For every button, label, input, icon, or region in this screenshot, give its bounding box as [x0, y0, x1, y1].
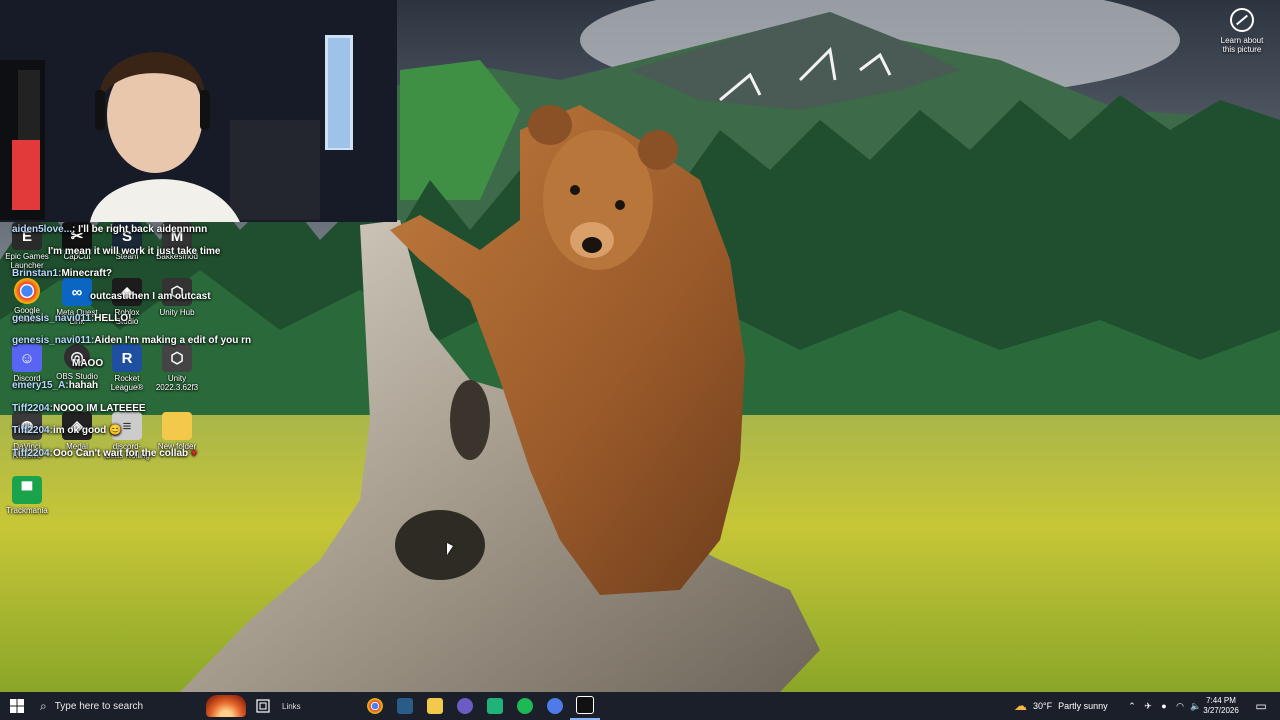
microphone-icon[interactable]: ●: [1156, 701, 1172, 711]
chat-text: outcast then I am outcast: [90, 291, 211, 302]
taskbar-app-file-explorer[interactable]: [420, 692, 450, 720]
trackmania-icon: ▀: [12, 476, 42, 504]
webcam-feed-image: [0, 0, 397, 222]
steam-taskbar-icon: [397, 698, 413, 714]
desktop-icon-label: Unity Hub: [159, 308, 195, 317]
desktop-icon-label: Trackmania: [6, 506, 48, 515]
taskbar-app-game[interactable]: [480, 692, 510, 720]
task-view-button[interactable]: [248, 692, 278, 720]
chat-text: hahah: [68, 380, 99, 391]
unity-icon: ⬡: [162, 344, 192, 372]
taskbar-app-capcut[interactable]: [570, 692, 600, 720]
chat-text: MAOO: [72, 358, 104, 369]
desktop-icon-unity[interactable]: ⬡ Unity 2022.3.62f3: [154, 344, 200, 392]
chat-text: HELLO!: [94, 313, 132, 324]
taskbar-app-chrome-alt[interactable]: [540, 692, 570, 720]
desktop-icon-new-folder[interactable]: New folder: [154, 412, 200, 451]
network-icon[interactable]: ✈: [1140, 701, 1156, 712]
system-tray: ⌃ ✈ ● ◠ 🔈: [1124, 692, 1204, 720]
learn-about-label: Learn about this picture: [1220, 36, 1264, 54]
desktop-icon-trackmania[interactable]: ▀ Trackmania: [4, 476, 50, 515]
wifi-icon[interactable]: ◠: [1172, 701, 1188, 712]
chat-text: : I'll be right back aidennnnn: [72, 224, 208, 235]
chat-username: emery15_A:: [12, 380, 69, 391]
windows-icon: [10, 699, 24, 713]
weather-temp: 30°F: [1033, 701, 1053, 711]
desktop-icon-rocket-league[interactable]: R Rocket League®: [104, 344, 150, 392]
task-view-icon: [256, 699, 270, 713]
spotify-taskbar-icon: [517, 698, 533, 714]
chat-message: Tiff2204:Ooo Can't wait for the collab ♥: [12, 448, 197, 460]
chrome-taskbar-icon: [367, 698, 383, 714]
learn-about-icon: [1230, 8, 1254, 32]
chat-message: emery15_A:hahah: [12, 380, 98, 392]
chat-message: outcast then I am outcast: [90, 291, 211, 303]
chat-text: Minecraft?: [61, 268, 113, 279]
start-button[interactable]: [0, 692, 34, 720]
chat-username: genesis_navi011:: [12, 335, 95, 346]
chat-username: genesis_navi011:: [12, 313, 95, 324]
heart-icon: ♥: [190, 448, 197, 459]
chat-message: aiden5love...: I'll be right back aidenn…: [12, 224, 207, 236]
desktop-icon-label: Rocket League®: [110, 374, 144, 392]
chat-message: Tiff2204:NOOO IM LATEEEE: [12, 403, 146, 415]
capcut-taskbar-icon: [576, 696, 594, 714]
search-highlight-icon[interactable]: [204, 692, 248, 720]
taskbar: ⌕ Type here to search Links ☁ 30°F Partl…: [0, 692, 1280, 720]
chat-message: genesis_navi011:HELLO!: [12, 313, 132, 325]
learn-about-picture-button[interactable]: Learn about this picture: [1214, 8, 1270, 54]
folder-icon: [162, 412, 192, 440]
chat-username: Brinstan1:: [12, 268, 62, 279]
chat-text: Ooo Can't wait for the collab: [52, 448, 189, 459]
desktop-icon-label: Unity 2022.3.62f3: [155, 374, 199, 392]
search-placeholder: Type here to search: [54, 700, 144, 712]
taskbar-app-spotify[interactable]: [510, 692, 540, 720]
notification-icon: ▭: [1255, 699, 1267, 713]
chat-username: aiden5love...: [12, 224, 73, 235]
webcam-overlay: [0, 0, 397, 222]
rocket-league-icon: R: [112, 344, 142, 372]
search-icon: ⌕: [40, 698, 47, 713]
weather-widget[interactable]: ☁ 30°F Partly sunny: [1014, 692, 1108, 720]
chat-text: NOOO IM LATEEEE: [52, 403, 146, 414]
clock[interactable]: 7:44 PM 3/27/2026: [1200, 692, 1242, 720]
chat-username: Tiff2204:: [12, 403, 53, 414]
chat-message: I'm mean it will work it just take time: [48, 246, 220, 258]
chat-text: I'm mean it will work it just take time: [48, 246, 221, 257]
taskbar-app-steam[interactable]: [390, 692, 420, 720]
notifications-button[interactable]: ▭: [1252, 692, 1270, 720]
meta-quest-icon: ∞: [62, 278, 92, 306]
mouse-cursor-icon: [447, 543, 453, 555]
chat-message: Tiff2204:im ok good 😊: [12, 425, 122, 437]
chrome-alt-taskbar-icon: [547, 698, 563, 714]
chrome-icon: [14, 278, 40, 304]
chat-message: Brinstan1:Minecraft?: [12, 268, 112, 280]
clock-time: 7:44 PM: [1206, 696, 1236, 705]
discord-icon: ☺: [12, 344, 42, 372]
chat-text: im ok good 😊: [52, 425, 122, 436]
game-taskbar-icon: [487, 698, 503, 714]
clock-date: 3/27/2026: [1203, 706, 1239, 715]
file-explorer-taskbar-icon: [427, 698, 443, 714]
taskbar-app-chrome[interactable]: [360, 692, 390, 720]
chat-message: MAOO: [72, 358, 103, 370]
chat-message: genesis_navi011:Aiden I'm making a edit …: [12, 335, 251, 347]
links-toolbar[interactable]: Links: [282, 702, 352, 711]
chat-username: Tiff2204:: [12, 448, 53, 459]
chat-text: Aiden I'm making a edit of you rn: [94, 335, 252, 346]
obs-taskbar-icon: [457, 698, 473, 714]
desktop-icon-discord[interactable]: ☺ Discord: [4, 344, 50, 383]
chat-username: Tiff2204:: [12, 425, 53, 436]
taskbar-app-obs[interactable]: [450, 692, 480, 720]
chevron-up-icon[interactable]: ⌃: [1124, 701, 1140, 712]
weather-partly-sunny-icon: ☁: [1014, 698, 1027, 713]
taskbar-search-box[interactable]: ⌕ Type here to search: [34, 692, 204, 720]
weather-description: Partly sunny: [1058, 701, 1108, 711]
